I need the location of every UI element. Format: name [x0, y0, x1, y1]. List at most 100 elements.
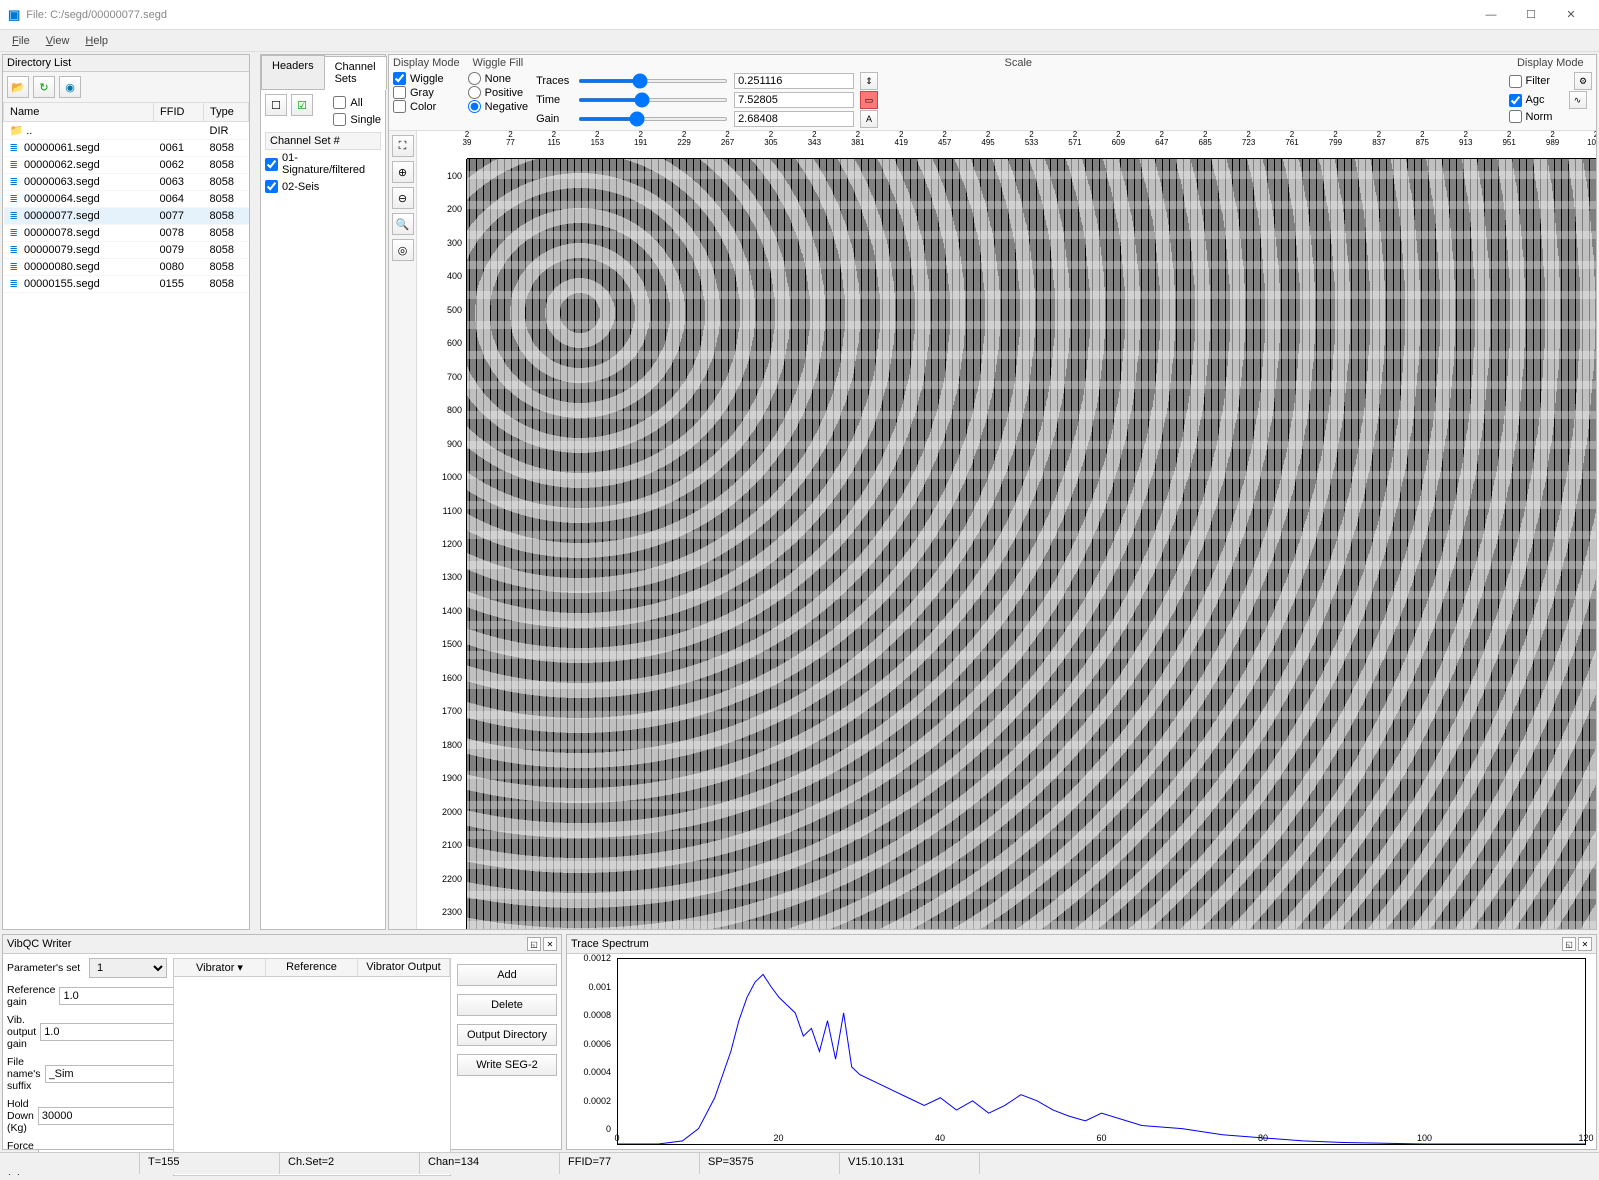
agc-settings-icon[interactable]: ∿ [1569, 91, 1587, 109]
spectrum-panel: Trace Spectrum ◱ ✕ 0.00120.0010.00080.00… [566, 934, 1597, 1150]
controls-bar: Display Mode Wiggle Gray Color Wiggle Fi… [389, 55, 1596, 131]
traces-label: Traces [536, 75, 572, 87]
tabs: Headers Channel Sets [261, 55, 385, 90]
chanset-checkbox[interactable] [265, 158, 278, 171]
wiggle-display[interactable] [467, 159, 1596, 929]
gray-label: Gray [410, 87, 434, 99]
vibqc-form: Parameter's set1 Reference gain Vib. out… [7, 958, 167, 1176]
table-row[interactable]: ≣ 00000061.segd00618058 [4, 140, 249, 157]
status-ffid: FFID=77 [560, 1153, 700, 1174]
holddown-input[interactable] [38, 1107, 188, 1125]
gray-checkbox[interactable] [393, 86, 406, 99]
open-folder-icon[interactable]: 📂 [7, 76, 29, 98]
seismic-plot[interactable]: 2 392 772 1152 1532 1912 2292 2672 3052 … [417, 131, 1596, 929]
globe-icon[interactable]: ◉ [59, 76, 81, 98]
single-checkbox[interactable] [333, 113, 346, 126]
table-row[interactable]: ≣ 00000079.segd00798058 [4, 242, 249, 259]
add-button[interactable]: Add [457, 964, 557, 986]
time-value[interactable] [734, 92, 854, 108]
gain-auto-icon[interactable]: A [860, 110, 878, 128]
traces-value[interactable] [734, 73, 854, 89]
tab-headers[interactable]: Headers [261, 55, 325, 89]
vibqc-title: VibQC Writer [7, 938, 71, 950]
titlebar: ▣ File: C:/segd/00000077.segd — ☐ ✕ [0, 0, 1599, 30]
minimize-button[interactable]: — [1471, 1, 1511, 29]
table-row[interactable]: 📁 ..DIR [4, 122, 249, 140]
all-checkbox[interactable] [333, 96, 346, 109]
directory-toolbar: 📂 ↻ ◉ [3, 72, 249, 102]
wiggle-checkbox[interactable] [393, 72, 406, 85]
grid-col-reference[interactable]: Reference [266, 959, 358, 976]
table-row[interactable]: ≣ 00000063.segd00638058 [4, 174, 249, 191]
chanset-header: Channel Set # [265, 132, 381, 150]
uncheck-all-icon[interactable]: ☐ [265, 94, 287, 116]
table-row[interactable]: ≣ 00000077.segd00778058 [4, 208, 249, 225]
directory-panel: Directory List 📂 ↻ ◉ Name FFID Type 📁 ..… [2, 54, 250, 930]
displaymode-header: Display Mode [393, 57, 460, 71]
time-fit-icon[interactable]: ▭ [860, 91, 878, 109]
tab-channelsets[interactable]: Channel Sets [324, 56, 387, 90]
negative-label: Negative [485, 101, 528, 113]
table-row[interactable]: ≣ 00000080.segd00808058 [4, 259, 249, 276]
negative-radio[interactable] [468, 100, 481, 113]
table-row[interactable]: ≣ 00000078.segd00788058 [4, 225, 249, 242]
vibqc-undock-icon[interactable]: ◱ [527, 937, 541, 951]
chanset-item[interactable]: 01-Signature/filtered [265, 150, 381, 178]
traces-slider[interactable] [578, 79, 728, 83]
write-seg2-button[interactable]: Write SEG-2 [457, 1054, 557, 1076]
vibqc-close-icon[interactable]: ✕ [543, 937, 557, 951]
zoom-reset-icon[interactable]: ◎ [392, 239, 414, 261]
check-all-icon[interactable]: ☑ [291, 94, 313, 116]
table-row[interactable]: ≣ 00000062.segd00628058 [4, 157, 249, 174]
grid-col-output[interactable]: Vibrator Output [358, 959, 450, 976]
spectrum-body: 0.00120.0010.00080.00060.00040.00020 020… [567, 954, 1596, 1149]
menubar: File View Help [0, 30, 1599, 52]
close-button[interactable]: ✕ [1551, 1, 1591, 29]
col-name[interactable]: Name [4, 103, 154, 122]
displaymode-group: Display Mode Wiggle Gray Color [393, 57, 460, 128]
table-row[interactable]: ≣ 00000064.segd00648058 [4, 191, 249, 208]
gain-slider[interactable] [578, 117, 728, 121]
vibqc-grid[interactable]: Vibrator ▾ Reference Vibrator Output [173, 958, 451, 1176]
table-row[interactable]: ≣ 00000155.segd01558058 [4, 276, 249, 293]
filter-label: Filter [1526, 75, 1550, 87]
wigglefill-header: Wiggle Fill [468, 57, 528, 71]
time-slider[interactable] [578, 98, 728, 102]
zoom-fit-icon[interactable]: ⛶ [392, 135, 414, 157]
zoom-in-icon[interactable]: ⊕ [392, 161, 414, 183]
menu-help[interactable]: Help [77, 35, 116, 47]
traces-lock-icon[interactable]: ⇕ [860, 72, 878, 90]
refresh-icon[interactable]: ↻ [33, 76, 55, 98]
color-label: Color [410, 101, 436, 113]
agc-checkbox[interactable] [1509, 94, 1522, 107]
filter-settings-icon[interactable]: ⚙ [1574, 72, 1592, 90]
grid-col-vibrator[interactable]: Vibrator ▾ [174, 959, 266, 976]
paramset-label: Parameter's set [7, 962, 85, 974]
zoom-rect-icon[interactable]: 🔍 [392, 213, 414, 235]
maximize-button[interactable]: ☐ [1511, 1, 1551, 29]
wiggle-label: Wiggle [410, 73, 444, 85]
spectrum-undock-icon[interactable]: ◱ [1562, 937, 1576, 951]
single-label: Single [350, 114, 381, 126]
gain-label: Gain [536, 113, 572, 125]
positive-radio[interactable] [468, 86, 481, 99]
zoom-out-icon[interactable]: ⊖ [392, 187, 414, 209]
spectrum-plot[interactable] [617, 958, 1586, 1145]
filter-checkbox[interactable] [1509, 75, 1522, 88]
norm-checkbox[interactable] [1509, 110, 1522, 123]
chanset-item[interactable]: 02-Seis [265, 178, 381, 195]
chanset-checkbox[interactable] [265, 180, 278, 193]
spectrum-close-icon[interactable]: ✕ [1578, 937, 1592, 951]
vibgain-input[interactable] [40, 1023, 190, 1041]
output-directory-button[interactable]: Output Directory [457, 1024, 557, 1046]
none-radio[interactable] [468, 72, 481, 85]
delete-button[interactable]: Delete [457, 994, 557, 1016]
col-type[interactable]: Type [204, 103, 249, 122]
menu-view[interactable]: View [38, 35, 78, 47]
menu-file[interactable]: File [4, 35, 38, 47]
col-ffid[interactable]: FFID [154, 103, 204, 122]
gain-value[interactable] [734, 111, 854, 127]
color-checkbox[interactable] [393, 100, 406, 113]
displaymode2-group: Display Mode Filter⚙ Agc∿ Norm [1509, 57, 1592, 128]
paramset-select[interactable]: 1 [89, 958, 167, 978]
